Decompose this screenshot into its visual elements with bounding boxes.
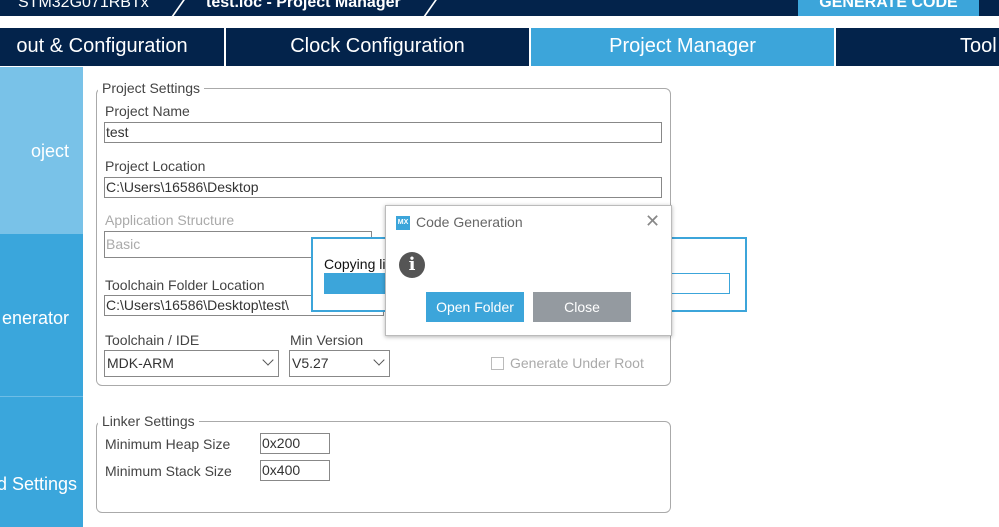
sidebar-item-advanced-settings[interactable]: d Settings [0, 397, 83, 527]
sidebar-item-code-generator[interactable]: enerator [0, 234, 83, 397]
code-generation-dialog: MX Code Generation ✕ i Open Folder Close [385, 205, 672, 336]
project-location-input[interactable]: C:\Users\16586\Desktop [104, 177, 662, 198]
open-folder-button[interactable]: Open Folder [426, 292, 524, 322]
stack-size-input[interactable]: 0x400 [260, 460, 330, 481]
generate-under-root-label: Generate Under Root [510, 355, 644, 371]
project-name-input[interactable]: test [104, 122, 662, 143]
generate-code-button[interactable]: GENERATE CODE [798, 0, 979, 16]
toolchain-folder-label: Toolchain Folder Location [105, 277, 265, 293]
tab-project-manager[interactable]: Project Manager [531, 28, 836, 66]
heap-size-label: Minimum Heap Size [105, 436, 231, 452]
min-version-select[interactable]: V5.27 [289, 350, 390, 377]
toolchain-ide-select[interactable]: MDK-ARM [104, 350, 279, 377]
sidebar-item-label: oject [30, 141, 69, 161]
project-name-label: Project Name [105, 103, 190, 119]
progress-text: Copying lil [324, 256, 389, 272]
project-settings-title: Project Settings [98, 80, 205, 96]
progress-bar-fill [325, 274, 386, 293]
main-tabs: out & Configuration Clock Configuration … [0, 28, 999, 66]
linker-settings-title: Linker Settings [98, 413, 199, 429]
min-version-label: Min Version [290, 332, 364, 348]
breadcrumb-separator [422, 0, 440, 16]
dialog-title: Code Generation [416, 214, 523, 230]
generate-under-root-checkbox[interactable] [491, 357, 504, 370]
stack-size-label: Minimum Stack Size [105, 463, 232, 479]
breadcrumb-separator [170, 0, 188, 16]
heap-size-input[interactable]: 0x200 [260, 433, 330, 454]
top-bar: STM32G071RBTx test.ioc - Project Manager… [0, 0, 999, 16]
tab-pinout-configuration[interactable]: out & Configuration [0, 28, 226, 66]
toolchain-ide-label: Toolchain / IDE [105, 332, 200, 348]
toolchain-ide-value: MDK-ARM [107, 355, 174, 371]
breadcrumb-file[interactable]: test.ioc - Project Manager [206, 0, 401, 12]
sidebar-item-label: enerator [1, 308, 69, 328]
close-icon[interactable]: ✕ [645, 211, 660, 232]
min-version-value: V5.27 [292, 355, 329, 371]
breadcrumb-chip[interactable]: STM32G071RBTx [18, 0, 149, 12]
info-icon: i [399, 252, 425, 278]
chevron-down-icon [262, 354, 274, 366]
project-location-label: Project Location [105, 158, 206, 174]
tab-clock-configuration[interactable]: Clock Configuration [226, 28, 531, 66]
application-structure-label: Application Structure [105, 212, 235, 228]
close-button[interactable]: Close [533, 292, 631, 322]
sidebar-item-project[interactable]: oject [0, 67, 83, 234]
sidebar-item-label: d Settings [0, 474, 77, 494]
chevron-down-icon [373, 354, 385, 366]
mx-logo-icon: MX [396, 216, 410, 230]
tab-tools[interactable]: Tool [836, 28, 999, 66]
